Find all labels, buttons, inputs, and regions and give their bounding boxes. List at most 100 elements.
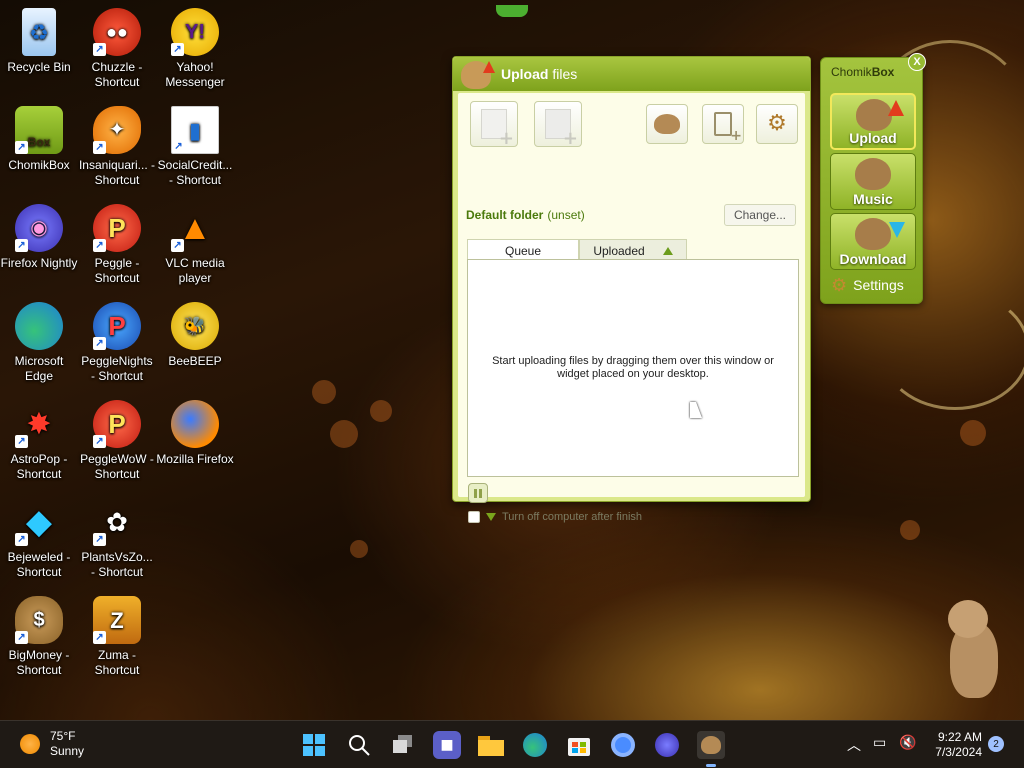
desktop-icon-label: PlantsVsZo... - Shortcut (81, 550, 153, 579)
hamster-desktop-widget[interactable] (942, 600, 1002, 700)
widget-music-button[interactable]: Music (830, 153, 916, 210)
desktop-icon-chomikbox[interactable]: Box ↗ ChomikBox (0, 106, 78, 173)
upload-window-title-bold: Upload (501, 66, 549, 82)
firefox-taskbar-button[interactable] (653, 731, 681, 759)
network-status-button[interactable]: ▭ (873, 735, 886, 751)
edge-icon (15, 302, 63, 350)
desktop-icon-peggle-nights[interactable]: P ↗ PeggleNights - Shortcut (78, 302, 156, 384)
bejeweled-icon: ◆ ↗ (15, 498, 63, 546)
desktop-icon-label: Zuma - Shortcut (94, 648, 140, 677)
desktop-icon-insaniquarium[interactable]: ✦ ↗ Insaniquari... - Shortcut (78, 106, 156, 188)
arrow-up-icon (888, 100, 904, 116)
widget-upload-button[interactable]: Upload (830, 93, 916, 150)
task-view-button[interactable] (389, 731, 417, 759)
desktop-icon-firefox[interactable]: Mozilla Firefox (156, 400, 234, 467)
volume-button[interactable]: 🔇 (899, 735, 916, 751)
desktop-icon-label: Firefox Nightly (0, 256, 78, 270)
system-clock[interactable]: 9:22 AM 7/3/2024 (928, 730, 982, 760)
chomik-account-button[interactable] (646, 104, 688, 144)
edge-icon (523, 733, 547, 757)
store-icon (568, 738, 590, 756)
add-folder-icon (545, 109, 578, 146)
upload-window-titlebar[interactable]: Upload files (453, 57, 810, 91)
desktop-icon-label: Mozilla Firefox (156, 452, 234, 466)
add-files-button[interactable] (470, 101, 518, 147)
pause-button[interactable] (468, 483, 488, 503)
desktop-icon-socialcredit[interactable]: ▮ ↗ SocialCredit... - Shortcut (156, 106, 234, 188)
insaniquarium-icon: ✦ ↗ (93, 106, 141, 154)
chuzzle-icon: ●● ↗ (93, 8, 141, 56)
weather-widget[interactable]: 75°F Sunny (20, 729, 84, 759)
pause-icon (474, 488, 477, 498)
file-explorer-button[interactable] (477, 731, 505, 759)
queue-empty-message: Start uploading files by dragging them o… (492, 355, 774, 380)
sun-icon (20, 734, 40, 754)
upload-settings-button[interactable]: ⚙ (756, 104, 798, 144)
desktop-icon-bigmoney[interactable]: $ ↗ BigMoney - Shortcut (0, 596, 78, 678)
upload-window-title-rest: files (548, 66, 578, 82)
chomikbox-widget[interactable]: ChomikBox X Upload Music Download ⚙ Sett… (820, 53, 926, 304)
show-hidden-icons-button[interactable]: ︿ (847, 735, 861, 755)
notification-badge[interactable]: 2 (988, 736, 1004, 752)
task-view-icon (393, 735, 412, 753)
desktop-icon-chuzzle[interactable]: ●● ↗ Chuzzle - Shortcut (78, 8, 156, 90)
desktop-icon-peggle[interactable]: P ↗ Peggle - Shortcut (78, 204, 156, 286)
start-button[interactable] (300, 731, 328, 759)
recycle-bin-icon: ♻ (22, 8, 56, 56)
folder-icon (478, 736, 504, 756)
desktop-icon-yahoo-messenger[interactable]: Y! ↗ Yahoo! Messenger (156, 8, 234, 90)
desktop-icon-label: AstroPop - Shortcut (10, 452, 68, 481)
widget-close-button[interactable]: X (908, 53, 926, 71)
tab-uploaded[interactable]: Uploaded (579, 239, 687, 261)
widget-music-label: Music (853, 191, 893, 207)
desktop-icon-label: VLC media player (165, 256, 225, 285)
turn-off-option: Turn off computer after finish (468, 511, 642, 523)
change-folder-button[interactable]: Change... (724, 204, 796, 226)
chromium-button[interactable] (609, 731, 637, 759)
firefox-nightly-icon (655, 733, 679, 757)
widget-download-button[interactable]: Download (830, 213, 916, 270)
upload-window-body: ⚙ Default folder(unset) Change... Queue … (458, 93, 805, 523)
paste-add-button[interactable] (702, 104, 744, 144)
chomikbox-taskbar-button[interactable] (697, 731, 725, 767)
gear-icon: ⚙ (767, 111, 787, 136)
upload-files-window[interactable]: Upload files ⚙ Default folder(unset) Cha… (452, 56, 811, 523)
desktop-icon-label: ChomikBox (8, 158, 70, 172)
widget-title: ChomikBox (831, 65, 894, 79)
desktop-icon-vlc[interactable]: ▲ ↗ VLC media player (156, 204, 234, 286)
plants-vs-zombies-icon: ✿ ↗ (93, 498, 141, 546)
wallpaper-swirl (880, 290, 1024, 410)
desktop-icon-zuma[interactable]: Z ↗ Zuma - Shortcut (78, 596, 156, 678)
desktop-icon-label: Yahoo! Messenger (165, 60, 225, 89)
hamster-upload-icon (856, 99, 892, 131)
desktop-icon-label: BeeBEEP (168, 354, 222, 368)
desktop-icon-recycle-bin[interactable]: ♻ Recycle Bin (0, 8, 78, 75)
teams-chat-button[interactable]: ■ (433, 731, 461, 759)
store-button[interactable] (565, 731, 593, 759)
firefox-nightly-icon: ◉ ↗ (15, 204, 63, 252)
bokeh-dot (960, 420, 986, 446)
bokeh-dot (900, 520, 920, 540)
default-folder-row: Default folder (unset) (466, 208, 585, 222)
astropop-icon: ✸ ↗ (15, 400, 63, 448)
top-center-tab[interactable] (496, 5, 528, 17)
desktop-icon-edge[interactable]: Microsoft Edge (0, 302, 78, 384)
bigmoney-icon: $ ↗ (15, 596, 63, 644)
firefox-icon (171, 400, 219, 448)
edge-taskbar-button[interactable] (521, 731, 549, 759)
turn-off-checkbox[interactable] (468, 511, 480, 523)
tab-queue[interactable]: Queue (467, 239, 579, 261)
turn-off-label: Turn off computer after finish (502, 511, 643, 523)
desktop-icon-bejeweled[interactable]: ◆ ↗ Bejeweled - Shortcut (0, 498, 78, 580)
add-folder-button[interactable] (534, 101, 582, 147)
desktop-icon-firefox-nightly[interactable]: ◉ ↗ Firefox Nightly (0, 204, 78, 271)
upload-queue-list[interactable]: Start uploading files by dragging them o… (467, 259, 799, 477)
widget-settings-button[interactable]: ⚙ Settings (831, 276, 904, 294)
desktop-icon-astropop[interactable]: ✸ ↗ AstroPop - Shortcut (0, 400, 78, 482)
desktop-icon-peggle-wow[interactable]: P ↗ PeggleWoW - Shortcut (78, 400, 156, 482)
pause-icon-bar (479, 488, 482, 498)
desktop-icon-plants-vs-zombies[interactable]: ✿ ↗ PlantsVsZo... - Shortcut (78, 498, 156, 580)
widget-upload-label: Upload (849, 130, 897, 146)
desktop-icon-beebeep[interactable]: 🐝 BeeBEEP (156, 302, 234, 369)
search-button[interactable] (345, 731, 373, 759)
